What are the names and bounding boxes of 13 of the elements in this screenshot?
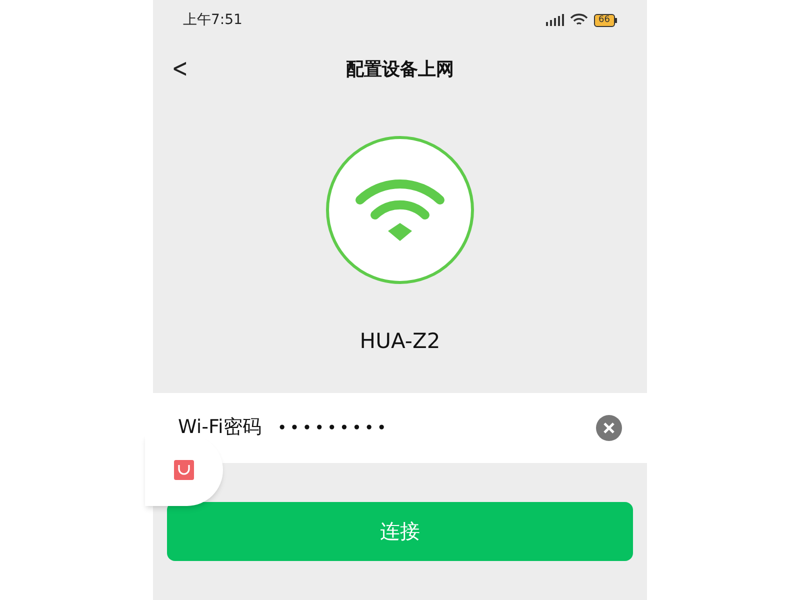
- device-name: HUA-Z2: [360, 328, 440, 355]
- back-button[interactable]: <: [172, 56, 188, 82]
- battery-icon: 66: [594, 14, 617, 26]
- signal-icon: [546, 14, 564, 26]
- field-label: Wi-Fi密码: [178, 415, 262, 440]
- status-time: 上午7:51: [183, 10, 242, 30]
- password-field[interactable]: Wi-Fi密码 •••••••••: [153, 392, 647, 462]
- wifi-icon: [570, 13, 588, 27]
- clear-icon[interactable]: [596, 414, 622, 440]
- shopping-bag-icon: [174, 460, 194, 480]
- wifi-icon: [355, 178, 445, 242]
- password-value: •••••••••: [277, 416, 390, 438]
- page-title: 配置设备上网: [346, 58, 454, 82]
